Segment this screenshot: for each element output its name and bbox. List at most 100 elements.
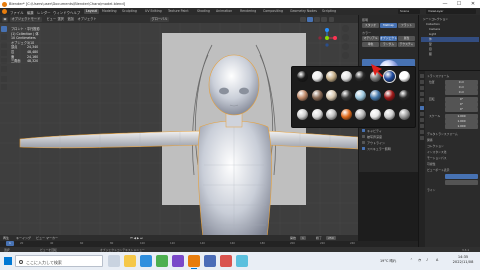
section-viewport-display[interactable]: ビューポート表示 xyxy=(427,168,449,172)
lighting-flat-button[interactable]: フラット xyxy=(398,23,415,28)
maximize-button[interactable]: ☐ xyxy=(452,0,466,8)
workspace-tab-animation[interactable]: Animation xyxy=(214,9,234,14)
blender-menu-icon[interactable] xyxy=(2,9,7,14)
matcap-option[interactable] xyxy=(311,109,323,120)
workspace-tab-compositing[interactable]: Compositing xyxy=(261,9,285,14)
outline-checkbox[interactable] xyxy=(362,141,365,144)
frame-start-field[interactable]: 1 xyxy=(300,236,306,240)
menu-edit[interactable]: 編集 xyxy=(27,10,34,15)
matcap-option[interactable] xyxy=(326,71,337,82)
tray-chevron-icon[interactable]: ⌃ xyxy=(410,258,413,262)
close-button[interactable]: ✕ xyxy=(466,0,480,8)
ime-indicator[interactable]: A xyxy=(436,258,438,262)
output-properties-tab-icon[interactable] xyxy=(420,86,424,90)
cavity-option[interactable]: キャビティ xyxy=(367,129,382,133)
scene-selector[interactable]: Scene xyxy=(398,9,420,14)
windows-start-icon[interactable] xyxy=(4,257,12,265)
display-color-field[interactable] xyxy=(445,180,478,185)
matcap-option[interactable] xyxy=(297,71,308,82)
workspace-tab-texture-paint[interactable]: Texture Paint xyxy=(166,9,191,14)
outliner-row[interactable]: Light xyxy=(421,32,479,37)
frame-end-field[interactable]: 250 xyxy=(326,236,336,240)
file-explorer-icon[interactable] xyxy=(124,255,136,267)
chrome-browser-icon[interactable] xyxy=(156,255,168,267)
scale-x-field[interactable]: 1.000 xyxy=(445,114,478,119)
matcap-option[interactable] xyxy=(355,109,366,120)
display-as-field[interactable] xyxy=(445,174,478,179)
scale-z-field[interactable]: 1.000 xyxy=(445,124,478,129)
color-texture-button[interactable]: テクスチャ xyxy=(398,42,415,47)
section-line-art[interactable]: ライン xyxy=(427,188,435,192)
menu-render[interactable]: レンダー xyxy=(37,10,51,15)
3d-viewport[interactable]: ▣ オブジェクトモード ビュー 選択 追加 オブジェクト グローバル フロント・… xyxy=(0,15,358,247)
color-random-button[interactable]: ランダム xyxy=(380,42,397,47)
section-delta-transform[interactable]: デルタトランスフォーム xyxy=(427,132,458,136)
taskbar-clock[interactable]: 14:35 2022/11/08 xyxy=(450,255,476,265)
taskbar-search-box[interactable]: ここに入力して検索 xyxy=(15,255,103,267)
matcap-option[interactable] xyxy=(398,71,410,82)
matcap-option[interactable] xyxy=(383,70,396,83)
camera-view-icon[interactable] xyxy=(342,43,349,50)
rotation-x-field[interactable]: 0° xyxy=(445,97,478,102)
menu-window[interactable]: ウィンドウ xyxy=(53,10,70,15)
modifier-properties-tab-icon[interactable] xyxy=(420,112,424,116)
color-attribute-button[interactable]: 属性 xyxy=(398,36,415,41)
menu-file[interactable]: ファイル xyxy=(10,10,24,15)
workspace-tab-scripting[interactable]: Scripting xyxy=(320,9,338,14)
matcap-option[interactable] xyxy=(398,109,410,120)
matcap-option[interactable] xyxy=(369,109,381,120)
object-properties-tab-icon[interactable] xyxy=(420,106,424,110)
timeline-menu-keying[interactable]: キーイング xyxy=(16,236,31,240)
lighting-matcap-button[interactable]: MatCap xyxy=(380,23,397,28)
matcap-option[interactable] xyxy=(326,109,337,120)
mail-app-icon[interactable] xyxy=(204,255,216,267)
matcap-option[interactable] xyxy=(297,90,308,101)
matcap-option[interactable] xyxy=(340,90,352,101)
timeline-playhead[interactable]: 1 xyxy=(6,241,14,246)
blender-taskbar-icon[interactable] xyxy=(188,255,200,269)
location-y-field[interactable]: 0 m xyxy=(445,85,478,90)
section-collections[interactable]: コレクション xyxy=(427,144,444,148)
outliner-row-selected[interactable]: 体 xyxy=(421,37,479,42)
cavity-checkbox[interactable] xyxy=(362,129,365,132)
matcap-option[interactable] xyxy=(355,90,366,101)
outline-option[interactable]: アウトライン xyxy=(367,141,385,145)
workspace-tab-shading[interactable]: Shading xyxy=(195,9,212,14)
section-transform[interactable]: トランスフォーム xyxy=(427,74,449,78)
matcap-option[interactable] xyxy=(340,71,352,82)
menu-help[interactable]: ヘルプ xyxy=(70,10,80,15)
outliner-row[interactable]: シーンコレクション xyxy=(421,17,479,22)
rotation-y-field[interactable]: 0° xyxy=(445,102,478,107)
outliner-row[interactable]: Camera xyxy=(421,27,479,32)
specular-checkbox[interactable] xyxy=(362,147,365,150)
render-properties-tab-icon[interactable] xyxy=(420,80,424,84)
view-layer-selector[interactable]: ViewLayer xyxy=(426,9,476,14)
section-relations[interactable]: 関係 xyxy=(427,138,433,142)
section-instancing[interactable]: インスタンス化 xyxy=(427,150,446,154)
play-controls[interactable]: ⏮ ◀ ▶ ⏭ xyxy=(130,236,143,240)
matcap-option[interactable] xyxy=(384,90,395,101)
volume-icon[interactable]: ♪ xyxy=(426,258,428,262)
dof-checkbox[interactable] xyxy=(362,135,365,138)
color-material-button[interactable]: マテリアル xyxy=(362,36,379,41)
section-visibility[interactable]: 可視性 xyxy=(427,162,435,166)
task-view-icon[interactable] xyxy=(108,255,120,267)
world-properties-tab-icon[interactable] xyxy=(420,98,424,102)
dof-option[interactable]: 被写界深度 xyxy=(367,135,382,139)
timeline-menu-view[interactable]: ビュー xyxy=(36,236,45,240)
matcap-option[interactable] xyxy=(398,90,410,101)
navigation-gizmo[interactable] xyxy=(316,27,338,49)
matcap-option[interactable] xyxy=(369,90,381,101)
data-properties-tab-icon[interactable] xyxy=(420,130,424,134)
perspective-toggle-icon[interactable] xyxy=(342,52,349,59)
media-app-icon[interactable] xyxy=(220,255,232,267)
physics-properties-tab-icon[interactable] xyxy=(420,118,424,122)
matcap-option[interactable] xyxy=(355,71,366,82)
workspace-tab-modeling[interactable]: Modeling xyxy=(100,9,119,14)
location-z-field[interactable]: 0 m xyxy=(445,90,478,95)
specular-option[interactable]: スペキュラー照明 xyxy=(367,147,391,151)
outliner-row[interactable]: 目 xyxy=(421,47,479,52)
matcap-option[interactable] xyxy=(311,90,323,101)
outliner-row[interactable]: 髪 xyxy=(421,42,479,47)
workspace-tab-uv-editing[interactable]: UV Editing xyxy=(143,9,164,14)
